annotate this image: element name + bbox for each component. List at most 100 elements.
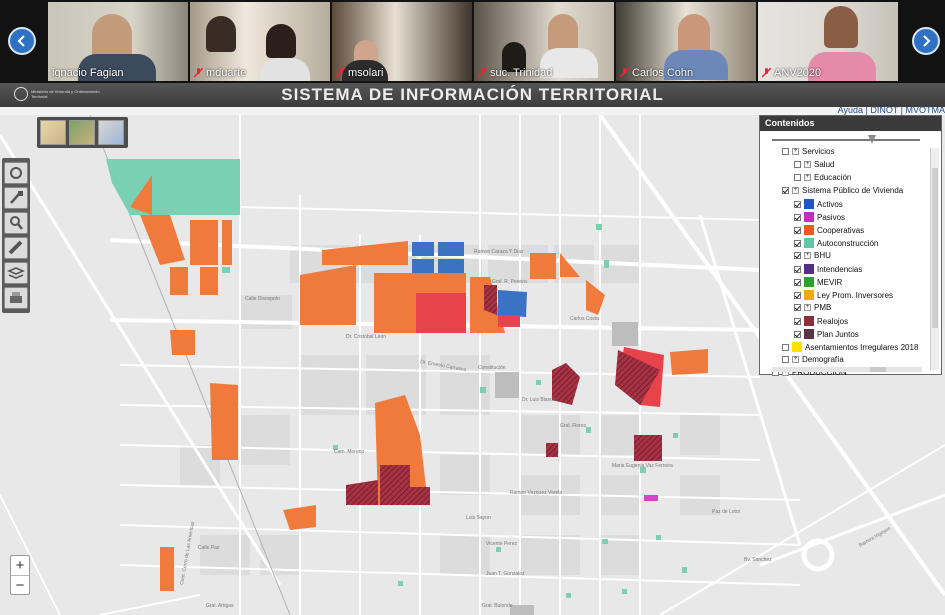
layer-item[interactable]: Pasivos bbox=[794, 212, 845, 222]
layer-checkbox[interactable] bbox=[794, 317, 801, 325]
layer-label: Servicios bbox=[802, 147, 835, 156]
expand-icon[interactable]: + bbox=[792, 148, 799, 155]
legend-swatch bbox=[804, 225, 814, 235]
layers-icon[interactable] bbox=[4, 262, 28, 284]
layer-label: Realojos bbox=[817, 316, 849, 326]
layer-item[interactable]: Intendencias bbox=[794, 264, 862, 274]
layer-checkbox[interactable] bbox=[794, 213, 801, 221]
map-canvas[interactable]: Ramon Caraza Y Diaz Gral. R. Pereira Dr.… bbox=[0, 115, 945, 615]
layer-checkbox[interactable] bbox=[794, 200, 801, 208]
legend-swatch bbox=[804, 277, 814, 287]
chevron-left-icon[interactable] bbox=[8, 27, 36, 55]
basemap-satellite-icon[interactable] bbox=[69, 120, 95, 145]
participant-tile[interactable]: msolari bbox=[332, 2, 472, 81]
layer-checkbox[interactable] bbox=[782, 187, 789, 194]
mic-muted-icon bbox=[762, 68, 771, 78]
contents-panel: Contenidos + Servicios + Salud + Educación + Si… bbox=[759, 115, 942, 377]
expand-icon[interactable]: + bbox=[804, 161, 811, 168]
layer-checkbox[interactable] bbox=[794, 226, 801, 234]
print-icon[interactable] bbox=[4, 287, 28, 309]
search-icon[interactable] bbox=[4, 212, 28, 234]
parcel-pasivos bbox=[644, 495, 658, 501]
opacity-slider[interactable] bbox=[772, 139, 920, 141]
mic-muted-icon bbox=[194, 68, 203, 78]
participant-tile[interactable]: mduarte bbox=[190, 2, 330, 81]
expand-icon[interactable]: + bbox=[804, 252, 811, 259]
layer-checkbox[interactable] bbox=[782, 356, 789, 363]
measure-ring-icon[interactable] bbox=[4, 162, 28, 184]
zoom-out-button[interactable]: − bbox=[11, 575, 29, 595]
layer-item[interactable]: + Sistema Público de Vivienda bbox=[782, 186, 903, 195]
help-links[interactable]: Ayuda | DINOT | MVOTMA bbox=[838, 105, 945, 115]
zoom-control: + − bbox=[10, 555, 30, 595]
participant-name: msolari bbox=[336, 67, 383, 79]
layer-label: Cooperativas bbox=[817, 225, 865, 235]
layer-label: Sistema Público de Vivienda bbox=[802, 186, 904, 195]
chevron-right-icon[interactable] bbox=[912, 27, 940, 55]
legend-swatch bbox=[804, 199, 814, 209]
layer-item[interactable]: Autoconstrucción bbox=[794, 238, 878, 248]
pan-icon[interactable] bbox=[4, 187, 28, 209]
participant-tile[interactable]: ignacio Fagian bbox=[48, 2, 188, 81]
parcel-autoconstruccion bbox=[106, 159, 240, 215]
expand-icon[interactable]: + bbox=[804, 174, 811, 181]
video-call-strip: ignacio Fagian mduarte msolari suc. Trin… bbox=[0, 0, 945, 83]
layer-checkbox[interactable] bbox=[794, 174, 801, 181]
layer-label: Intendencias bbox=[817, 264, 863, 274]
basemap-add-icon[interactable] bbox=[98, 120, 124, 145]
participant-tile[interactable]: suc. Trinidad bbox=[474, 2, 614, 81]
layer-checkbox[interactable] bbox=[794, 304, 801, 311]
expand-icon[interactable]: + bbox=[804, 304, 811, 311]
layer-item[interactable]: + BHU bbox=[794, 251, 831, 260]
layer-label: Autoconstrucción bbox=[817, 238, 879, 248]
gis-app: Ministerio de Vivienda y Ordenamiento Te… bbox=[0, 83, 945, 615]
layer-item[interactable]: + Demografía bbox=[782, 355, 844, 364]
street-label: Vicente Perez bbox=[486, 541, 518, 547]
layer-checkbox[interactable] bbox=[794, 291, 801, 299]
street-label: Ramon Vazquez Varela bbox=[510, 490, 562, 496]
legend-swatch bbox=[804, 238, 814, 248]
participant-tile[interactable]: Carlos Cohn bbox=[616, 2, 756, 81]
layer-checkbox[interactable] bbox=[794, 265, 801, 273]
layer-item[interactable]: Realojos bbox=[794, 316, 848, 326]
layer-label: Activos bbox=[817, 199, 843, 209]
layer-item[interactable]: Plan Juntos bbox=[794, 329, 859, 339]
page-title: SISTEMA DE INFORMACIÓN TERRITORIAL bbox=[281, 85, 664, 104]
street-label: Carlos Costa bbox=[570, 316, 599, 322]
mic-muted-icon bbox=[620, 68, 629, 78]
street-label: Gral. Artigas bbox=[206, 603, 234, 609]
ruler-icon[interactable] bbox=[4, 237, 28, 259]
layer-item[interactable]: + Servicios bbox=[782, 147, 834, 156]
contents-hscroll[interactable] bbox=[772, 367, 922, 372]
street-label: Calle Paz bbox=[198, 545, 220, 551]
basemap-topo-icon[interactable] bbox=[40, 120, 66, 145]
layer-item[interactable]: + Salud bbox=[794, 160, 834, 169]
layer-checkbox[interactable] bbox=[794, 239, 801, 247]
layer-label: Educación bbox=[814, 173, 852, 182]
street-label: Paz de Lotoi bbox=[712, 509, 740, 515]
layer-item[interactable]: MEVIR bbox=[794, 277, 842, 287]
layer-label: Pasivos bbox=[817, 212, 846, 222]
layer-checkbox[interactable] bbox=[782, 343, 789, 351]
layer-item[interactable]: + Educación bbox=[794, 173, 851, 182]
layer-item[interactable]: Cooperativas bbox=[794, 225, 864, 235]
layer-item[interactable]: Ley Prom. Inversores bbox=[794, 290, 893, 300]
expand-icon[interactable]: + bbox=[792, 356, 799, 363]
contents-scrollbar[interactable] bbox=[930, 148, 939, 370]
layer-checkbox[interactable] bbox=[794, 161, 801, 168]
street-label: Bv. Sanchez bbox=[744, 557, 772, 563]
legend-swatch bbox=[804, 212, 814, 222]
street-label: Luis Sayon bbox=[466, 515, 491, 521]
layer-item[interactable]: + PMB bbox=[794, 303, 831, 312]
layer-item[interactable]: Asentamientos Irregulares 2018 bbox=[782, 342, 918, 352]
layer-checkbox[interactable] bbox=[794, 330, 801, 338]
street-label: Gral. Flores bbox=[560, 423, 587, 429]
layer-item[interactable]: Activos bbox=[794, 199, 843, 209]
layer-checkbox[interactable] bbox=[794, 252, 801, 259]
participant-name: ignacio Fagian bbox=[52, 67, 124, 79]
layer-checkbox[interactable] bbox=[794, 278, 801, 286]
participant-tile[interactable]: ANV2020 bbox=[758, 2, 898, 81]
layer-checkbox[interactable] bbox=[782, 148, 789, 155]
zoom-in-button[interactable]: + bbox=[11, 556, 29, 575]
expand-icon[interactable]: + bbox=[792, 187, 799, 194]
